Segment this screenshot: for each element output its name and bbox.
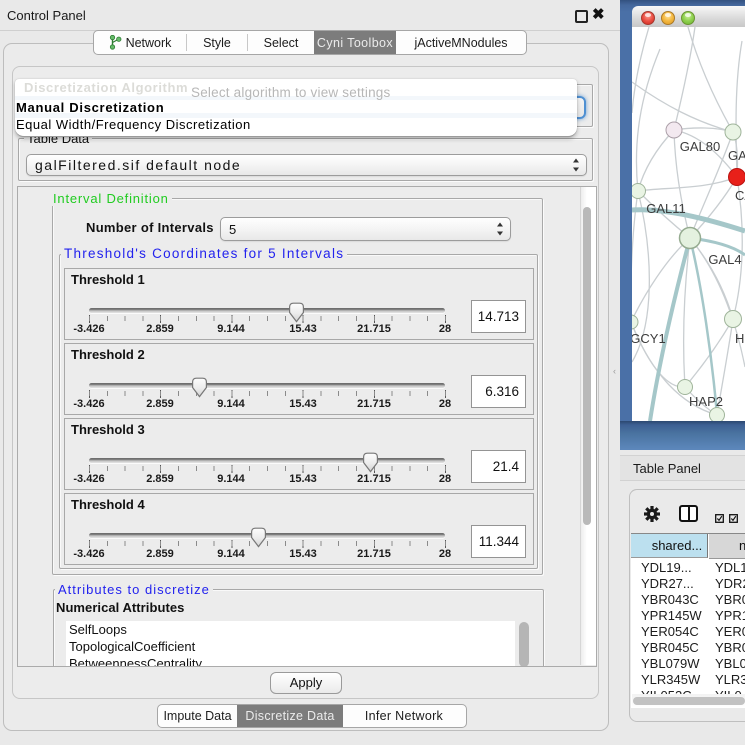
svg-text:GAL4: GAL4 (708, 252, 741, 267)
svg-text:CA: CA (735, 188, 745, 203)
svg-text:GAL11: GAL11 (646, 201, 686, 216)
svg-text:GCY1: GCY1 (632, 331, 666, 346)
svg-text:GAL1: GAL1 (728, 148, 745, 163)
svg-text:HIS: HIS (735, 331, 745, 346)
svg-text:HAP2: HAP2 (689, 394, 723, 409)
svg-text:GAL80: GAL80 (680, 139, 720, 154)
